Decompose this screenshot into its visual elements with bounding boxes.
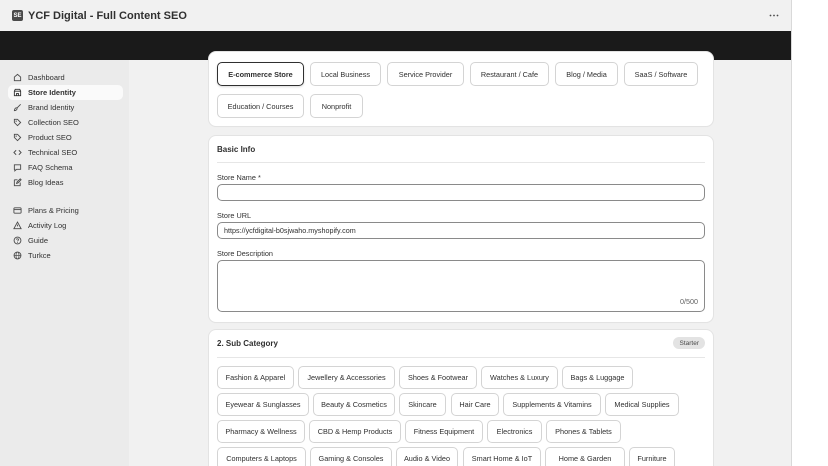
sidebar-item-technical-seo[interactable]: Technical SEO	[8, 145, 123, 160]
sidebar-item-label: FAQ Schema	[28, 163, 73, 172]
sub-category-card: 2. Sub Category Starter Fashion & Appare…	[209, 330, 713, 466]
app-window: SE YCF Digital - Full Content SEO Dashbo…	[0, 0, 792, 466]
sub-category-option[interactable]: Fashion & Apparel	[217, 366, 294, 389]
credit-card-icon	[13, 206, 22, 215]
main-content: E-commerce Store Local Business Service …	[129, 52, 791, 466]
sidebar-item-guide[interactable]: Guide	[8, 233, 123, 248]
tag-icon	[13, 118, 22, 127]
edit-icon	[13, 178, 22, 187]
sidebar-item-label: Technical SEO	[28, 148, 78, 157]
sidebar-item-product-seo[interactable]: Product SEO	[8, 130, 123, 145]
sub-category-option[interactable]: Medical Supplies	[605, 393, 679, 416]
app-title: YCF Digital - Full Content SEO	[28, 9, 187, 22]
alert-icon	[13, 221, 22, 230]
sub-category-option[interactable]: Beauty & Cosmetics	[313, 393, 395, 416]
sub-category-option[interactable]: CBD & Hemp Products	[309, 420, 401, 443]
sub-category-option[interactable]: Skincare	[399, 393, 446, 416]
store-type-nonprofit[interactable]: Nonprofit	[310, 94, 363, 118]
sub-category-divider	[217, 357, 705, 358]
sub-category-option[interactable]: Phones & Tablets	[546, 420, 621, 443]
store-type-blog-media[interactable]: Blog / Media	[555, 62, 618, 86]
basic-info-card: Basic Info Store Name * Store URL https:…	[209, 136, 713, 322]
sidebar-item-label: Product SEO	[28, 133, 72, 142]
sidebar-item-brand-identity[interactable]: Brand Identity	[8, 100, 123, 115]
sidebar-item-label: Store Identity	[28, 88, 76, 97]
sidebar-item-plans-pricing[interactable]: Plans & Pricing	[8, 203, 123, 218]
sub-category-option[interactable]: Pharmacy & Wellness	[217, 420, 305, 443]
sidebar-item-dashboard[interactable]: Dashboard	[8, 70, 123, 85]
plan-badge: Starter	[673, 337, 705, 349]
sub-category-option[interactable]: Shoes & Footwear	[399, 366, 477, 389]
sidebar-item-label: Blog Ideas	[28, 178, 64, 187]
sidebar-item-blog-ideas[interactable]: Blog Ideas	[8, 175, 123, 190]
store-type-education[interactable]: Education / Courses	[217, 94, 304, 118]
store-url-label: Store URL	[217, 211, 252, 220]
store-icon	[13, 88, 22, 97]
sub-category-option[interactable]: Hair Care	[451, 393, 499, 416]
sidebar-item-label: Turkce	[28, 251, 51, 260]
sub-category-option[interactable]: Computers & Laptops	[217, 447, 306, 466]
sub-category-option[interactable]: Home & Garden	[545, 447, 625, 466]
sidebar-item-collection-seo[interactable]: Collection SEO	[8, 115, 123, 130]
help-icon	[13, 236, 22, 245]
basic-info-title: Basic Info	[217, 145, 256, 154]
sub-category-title: 2. Sub Category	[217, 339, 278, 348]
chat-icon	[13, 163, 22, 172]
store-name-input[interactable]	[217, 184, 705, 201]
more-options-icon[interactable]	[769, 10, 779, 20]
sub-category-option[interactable]: Supplements & Vitamins	[503, 393, 601, 416]
sub-category-option[interactable]: Gaming & Consoles	[310, 447, 392, 466]
home-icon	[13, 73, 22, 82]
sub-category-option[interactable]: Smart Home & IoT	[463, 447, 541, 466]
sub-category-option[interactable]: Fitness Equipment	[405, 420, 483, 443]
store-description-textarea[interactable]: 0/500	[217, 260, 705, 312]
basic-info-divider	[217, 162, 705, 163]
title-bar: SE YCF Digital - Full Content SEO	[0, 0, 791, 31]
store-type-card: E-commerce Store Local Business Service …	[209, 52, 713, 126]
store-description-label: Store Description	[217, 249, 273, 258]
sub-category-option[interactable]: Furniture	[629, 447, 675, 466]
app-logo: SE	[12, 10, 23, 21]
code-icon	[13, 148, 22, 157]
tag-icon	[13, 133, 22, 142]
sub-category-option[interactable]: Audio & Video	[396, 447, 458, 466]
store-type-service-provider[interactable]: Service Provider	[387, 62, 464, 86]
sub-category-option[interactable]: Eyewear & Sunglasses	[217, 393, 309, 416]
sidebar: Dashboard Store Identity Brand Identity …	[0, 60, 129, 466]
sub-category-option[interactable]: Watches & Luxury	[481, 366, 558, 389]
sub-category-option[interactable]: Jewellery & Accessories	[298, 366, 395, 389]
sidebar-item-label: Guide	[28, 236, 49, 245]
brush-icon	[13, 103, 22, 112]
store-type-local-business[interactable]: Local Business	[310, 62, 381, 86]
store-type-ecommerce[interactable]: E-commerce Store	[217, 62, 304, 86]
store-type-saas[interactable]: SaaS / Software	[624, 62, 698, 86]
sidebar-item-label: Plans & Pricing	[28, 206, 79, 215]
sidebar-item-label: Collection SEO	[28, 118, 79, 127]
store-name-label: Store Name *	[217, 173, 261, 182]
sidebar-item-label: Activity Log	[28, 221, 67, 230]
sidebar-item-label: Dashboard	[28, 73, 65, 82]
sidebar-item-faq-schema[interactable]: FAQ Schema	[8, 160, 123, 175]
store-url-input[interactable]: https://ycfdigital-b0sjwaho.myshopify.co…	[217, 222, 705, 239]
globe-icon	[13, 251, 22, 260]
sidebar-item-label: Brand Identity	[28, 103, 75, 112]
sub-category-option[interactable]: Electronics	[487, 420, 542, 443]
store-type-restaurant[interactable]: Restaurant / Cafe	[470, 62, 549, 86]
sidebar-item-activity-log[interactable]: Activity Log	[8, 218, 123, 233]
sidebar-item-store-identity[interactable]: Store Identity	[8, 85, 123, 100]
description-char-count: 0/500	[680, 297, 698, 306]
sidebar-item-language[interactable]: Turkce	[8, 248, 123, 263]
sub-category-option[interactable]: Bags & Luggage	[562, 366, 633, 389]
